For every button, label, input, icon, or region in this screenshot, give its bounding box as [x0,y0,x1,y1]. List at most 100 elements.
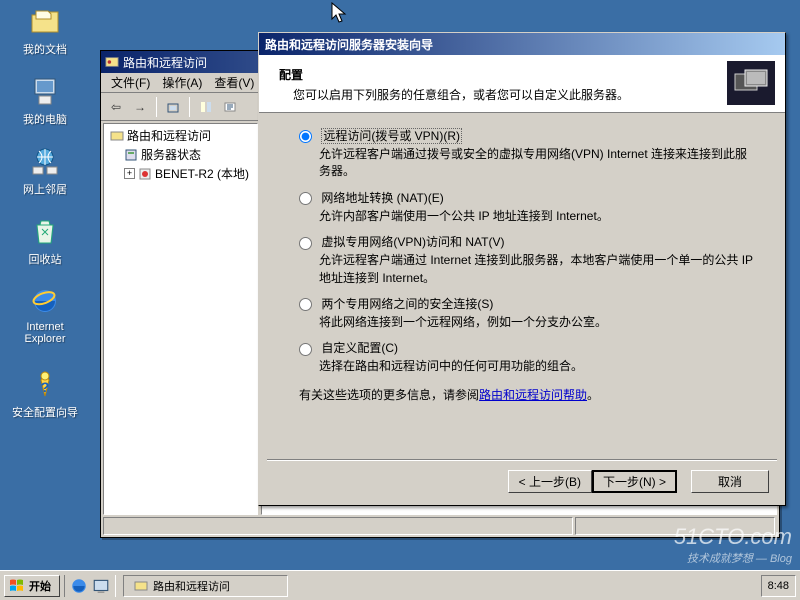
toolbar-back[interactable]: ⇦ [105,96,127,118]
tree-root-label: 路由和远程访问 [127,127,211,144]
taskbar: 开始 路由和远程访问 8:48 [0,570,800,600]
desktop-icon-label: 回收站 [10,251,80,267]
rras-icon [105,55,119,69]
toolbar-refresh[interactable] [195,96,217,118]
menu-file[interactable]: 文件(F) [105,72,156,93]
wizard-separator [267,459,777,461]
mouse-cursor [331,2,349,26]
radio-description: 允许内部客户端使用一个公共 IP 地址连接到 Internet。 [299,208,759,225]
tree-status-label: 服务器状态 [141,146,201,163]
radio-input[interactable] [299,192,312,205]
watermark-main: 51CTO.com [674,524,792,549]
back-button[interactable]: < 上一步(B) [508,470,592,493]
toolbar-up[interactable] [162,96,184,118]
desktop-icon-label: 我的文档 [10,41,80,57]
wizard-banner-icon [727,61,775,105]
watermark-sub: 技术成就梦想 — Blog [674,550,792,566]
desktop-icon-recycle[interactable]: 回收站 [10,215,80,267]
menu-action[interactable]: 操作(A) [156,72,208,93]
tree-server-status[interactable]: 服务器状态 [106,145,255,164]
desktop-icon-scw[interactable]: ? 安全配置向导 [10,368,80,420]
watermark: 51CTO.com 技术成就梦想 — Blog [674,524,792,566]
wizard-icon: ? [29,368,61,400]
tray-clock: 8:48 [768,580,789,592]
radio-option-nat: 网络地址转换 (NAT)(E) 允许内部客户端使用一个公共 IP 地址连接到 I… [299,189,759,225]
wizard-header-title: 配置 [279,66,629,83]
radio-text: 远程访问(拨号或 VPN)(R) [321,128,462,144]
cancel-button[interactable]: 取消 [691,470,769,493]
radio-text: 两个专用网络之间的安全连接(S) [321,297,493,311]
computer-icon [29,75,61,107]
wizard-help-prefix: 有关这些选项的更多信息，请参阅 [299,388,479,402]
radio-option-vpn-nat: 虚拟专用网络(VPN)访问和 NAT(V) 允许远程客户端通过 Internet… [299,233,759,287]
recycle-icon [29,215,61,247]
radio-description: 将此网络连接到一个远程网络，例如一个分支办公室。 [299,314,759,331]
taskbar-item-rras[interactable]: 路由和远程访问 [123,575,288,597]
network-icon [29,145,61,177]
tree-server-label: BENET-R2 (本地) [155,165,249,182]
radio-label[interactable]: 网络地址转换 (NAT)(E) [299,189,759,206]
radio-description: 允许远程客户端通过 Internet 连接到此服务器，本地客户端使用一个单一的公… [299,252,759,287]
desktop-icon-label: 安全配置向导 [10,404,80,420]
radio-option-custom: 自定义配置(C) 选择在路由和远程访问中的任何可用功能的组合。 [299,339,759,375]
wizard-header: 配置 您可以启用下列服务的任意组合，或者您可以自定义此服务器。 [259,55,785,113]
system-tray[interactable]: 8:48 [761,575,796,597]
radio-option-site-to-site: 两个专用网络之间的安全连接(S) 将此网络连接到一个远程网络，例如一个分支办公室… [299,295,759,331]
radio-input[interactable] [299,298,312,311]
start-button[interactable]: 开始 [4,575,60,597]
menu-view[interactable]: 查看(V) [208,72,260,93]
desktop-icon-ie[interactable]: Internet Explorer [10,285,80,345]
radio-label[interactable]: 远程访问(拨号或 VPN)(R) [299,127,759,144]
start-button-label: 开始 [29,578,51,594]
wizard-help-link[interactable]: 路由和远程访问帮助 [479,388,587,402]
desktop-icon-label: 网上邻居 [10,181,80,197]
desktop-icon-mycomputer[interactable]: 我的电脑 [10,75,80,127]
radio-label[interactable]: 虚拟专用网络(VPN)访问和 NAT(V) [299,233,759,250]
toolbar-separator [189,97,190,117]
quick-launch [64,575,116,597]
console-title-text: 路由和远程访问 [123,54,207,71]
desktop-icon-label: 我的电脑 [10,111,80,127]
server-stopped-icon [138,167,152,181]
radio-text: 自定义配置(C) [321,341,398,355]
radio-label[interactable]: 两个专用网络之间的安全连接(S) [299,295,759,312]
radio-text: 虚拟专用网络(VPN)访问和 NAT(V) [321,235,504,249]
rras-wizard-dialog: 路由和远程访问服务器安装向导 配置 您可以启用下列服务的任意组合，或者您可以自定… [258,32,786,506]
ql-ie[interactable] [70,577,88,595]
radio-input[interactable] [299,130,312,143]
toolbar-separator [156,97,157,117]
radio-description: 选择在路由和远程访问中的任何可用功能的组合。 [299,358,759,375]
wizard-body: 远程访问(拨号或 VPN)(R) 允许远程客户端通过拨号或安全的虚拟专用网络(V… [259,113,785,409]
radio-input[interactable] [299,343,312,356]
tree-root[interactable]: 路由和远程访问 [106,126,255,145]
toolbar-forward[interactable]: → [129,96,151,118]
svg-text:?: ? [41,379,50,395]
radio-label[interactable]: 自定义配置(C) [299,339,759,356]
ie-icon [29,285,61,317]
rras-icon [134,579,148,593]
tree-pane[interactable]: 路由和远程访问 服务器状态 + BENET-R2 (本地) [103,123,258,515]
taskbar-item-label: 路由和远程访问 [153,578,230,594]
desktop-icon-label: Internet Explorer [10,321,80,345]
desktop-icon-mydocs[interactable]: 我的文档 [10,5,80,57]
radio-input[interactable] [299,237,312,250]
wizard-titlebar[interactable]: 路由和远程访问服务器安装向导 [259,33,785,55]
rras-icon [110,129,124,143]
next-button[interactable]: 下一步(N) > [592,470,677,493]
tree-expander[interactable]: + [124,168,135,179]
tree-server-node[interactable]: + BENET-R2 (本地) [106,164,255,183]
radio-text: 网络地址转换 (NAT)(E) [321,191,443,205]
radio-description: 允许远程客户端通过拨号或安全的虚拟专用网络(VPN) Internet 连接来连… [299,146,759,181]
statusbar-cell [103,517,573,535]
wizard-help-line: 有关这些选项的更多信息，请参阅路由和远程访问帮助。 [299,386,759,403]
ql-desktop[interactable] [92,577,110,595]
wizard-help-period: 。 [587,388,599,402]
server-status-icon [124,148,138,162]
radio-option-remote-access: 远程访问(拨号或 VPN)(R) 允许远程客户端通过拨号或安全的虚拟专用网络(V… [299,127,759,181]
wizard-title-text: 路由和远程访问服务器安装向导 [265,36,433,53]
windows-flag-icon [9,578,25,594]
desktop-icon-network[interactable]: 网上邻居 [10,145,80,197]
folder-icon [29,5,61,37]
toolbar-properties[interactable] [219,96,241,118]
wizard-button-row: < 上一步(B) 下一步(N) > 取消 [508,470,769,493]
